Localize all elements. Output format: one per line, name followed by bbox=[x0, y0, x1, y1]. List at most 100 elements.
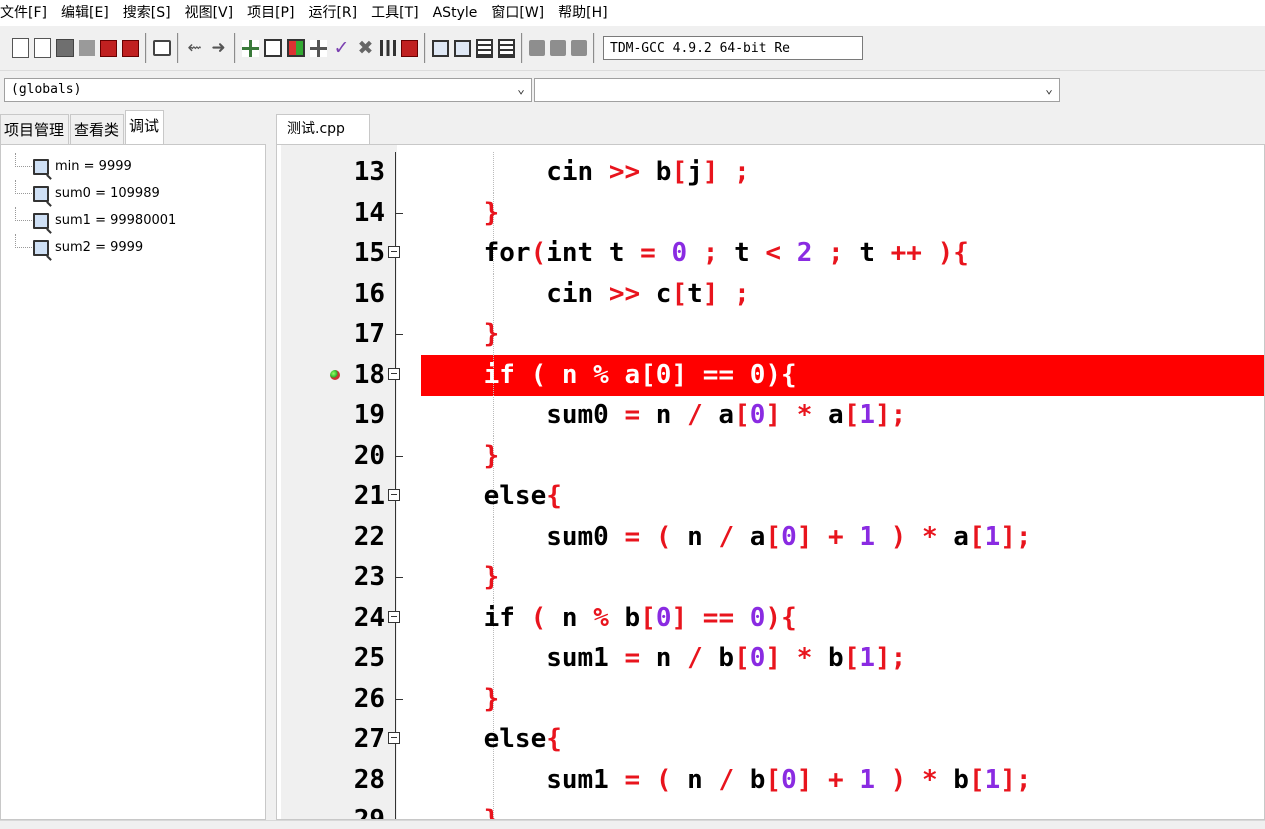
save-icon[interactable] bbox=[56, 39, 74, 57]
code-line[interactable]: 19 sum0 = n / a[0] * a[1]; bbox=[277, 395, 1264, 436]
code-line[interactable]: 23 } bbox=[277, 557, 1264, 598]
code-operator: ++ bbox=[890, 238, 922, 268]
code-token: sum1 bbox=[421, 764, 625, 795]
code-line[interactable]: 26 } bbox=[277, 678, 1264, 720]
new-file-icon[interactable] bbox=[12, 38, 29, 58]
menu-item[interactable]: 帮助[H] bbox=[558, 0, 613, 26]
fold-toggle-icon[interactable] bbox=[388, 489, 400, 501]
left-tab[interactable]: 调试 bbox=[125, 110, 165, 144]
code-operator: ] bbox=[671, 602, 688, 633]
close-file-icon[interactable] bbox=[100, 39, 117, 57]
code-line[interactable]: 25 sum1 = n / b[0] * b[1]; bbox=[277, 638, 1264, 679]
watch-item[interactable]: sum0 = 109989 bbox=[1, 180, 265, 207]
menu-item[interactable]: 编辑[E] bbox=[61, 0, 115, 26]
code-operator: ){ bbox=[765, 602, 797, 633]
menu-item[interactable]: 视图[V] bbox=[185, 0, 240, 26]
code-line[interactable]: 29 } bbox=[277, 800, 1264, 820]
code-line[interactable]: 20 } bbox=[277, 435, 1264, 477]
code-operator: / bbox=[718, 764, 735, 795]
fold-toggle-icon[interactable] bbox=[388, 732, 400, 744]
code-token: b bbox=[734, 764, 766, 795]
file-toolbar-group bbox=[6, 33, 147, 63]
close-all-icon[interactable] bbox=[122, 39, 139, 57]
compile-check-icon[interactable]: ✓ bbox=[332, 38, 351, 58]
line-number: 28 bbox=[353, 764, 385, 795]
open-file-icon[interactable] bbox=[34, 38, 51, 58]
code-operator: = bbox=[624, 643, 641, 673]
watch-item[interactable]: min = 9999 bbox=[1, 153, 265, 180]
scope-combo[interactable]: (globals) ⌄ bbox=[4, 78, 532, 102]
code-line[interactable]: 16 cin >> c[t] ; bbox=[277, 273, 1264, 315]
menu-item[interactable]: 运行[R] bbox=[308, 0, 363, 26]
menu-item[interactable]: 工具[T] bbox=[371, 0, 424, 26]
project-window-icon[interactable] bbox=[264, 39, 282, 57]
fold-line bbox=[395, 395, 396, 436]
code-editor[interactable]: 13 cin >> b[j] ; 14 } 15 for(int t = 0 ; t… bbox=[276, 144, 1265, 820]
fold-toggle-icon[interactable] bbox=[388, 610, 400, 623]
code-line[interactable]: 28 sum1 = ( n / b[0] + 1 ) * b[1]; bbox=[277, 759, 1264, 801]
clean-icon[interactable]: ✖ bbox=[356, 38, 375, 58]
left-tab[interactable]: 查看类 bbox=[70, 114, 125, 144]
code-text: sum1 = ( n / b[0] + 1 ) * b[1]; bbox=[421, 760, 1031, 801]
line-number: 20 bbox=[353, 440, 385, 471]
project-files-icon[interactable] bbox=[310, 39, 327, 57]
member-combo[interactable]: ⌄ bbox=[534, 78, 1060, 102]
code-line[interactable]: 17 } bbox=[277, 314, 1264, 355]
code-operator: { bbox=[546, 724, 562, 754]
code-text: else{ bbox=[421, 719, 562, 760]
profile-icon[interactable] bbox=[380, 40, 396, 56]
find-in-files-icon[interactable] bbox=[454, 39, 471, 57]
new-project-icon[interactable] bbox=[242, 39, 259, 57]
watch-label: sum1 = 99980001 bbox=[55, 213, 177, 228]
toolbar: ⇜ ➜ ✓ ✖ TDM-GCC 4.9.2 64-bit Re bbox=[0, 28, 1265, 68]
code-operator: ){ bbox=[937, 238, 969, 268]
left-tab[interactable]: 项目管理 bbox=[0, 114, 70, 144]
code-line[interactable]: 27 else{ bbox=[277, 719, 1264, 760]
line-number: 29 bbox=[353, 805, 385, 820]
code-operator: = bbox=[624, 764, 641, 795]
save-all-icon[interactable] bbox=[79, 40, 95, 56]
code-token: for bbox=[421, 238, 531, 268]
menu-item[interactable]: 项目[P] bbox=[247, 0, 300, 26]
menu-item[interactable]: AStyle bbox=[433, 0, 484, 26]
code-text: if ( n % a[0] == 0){ bbox=[421, 355, 797, 396]
code-line[interactable]: 15 for(int t = 0 ; t < 2 ; t ++ ){ bbox=[277, 233, 1264, 274]
code-line[interactable]: 14 } bbox=[277, 192, 1264, 234]
compiler-select[interactable]: TDM-GCC 4.9.2 64-bit Re bbox=[603, 36, 863, 60]
goto-function-icon[interactable] bbox=[498, 38, 515, 58]
delete-profile-icon[interactable] bbox=[401, 39, 418, 57]
project-options-icon[interactable] bbox=[287, 39, 305, 57]
fold-toggle-icon[interactable] bbox=[388, 246, 400, 258]
find-icon[interactable] bbox=[432, 39, 449, 57]
chevron-down-icon[interactable]: ⌄ bbox=[517, 79, 525, 101]
print-icon[interactable] bbox=[153, 40, 171, 56]
menu-item[interactable]: 搜索[S] bbox=[123, 0, 177, 26]
code-line[interactable]: 24 if ( n % b[0] == 0){ bbox=[277, 597, 1264, 639]
menu-item[interactable]: 文件[F] bbox=[0, 0, 53, 26]
line-number: 24 bbox=[353, 602, 385, 633]
watch-item[interactable]: sum1 = 99980001 bbox=[1, 207, 265, 234]
fold-toggle-icon[interactable] bbox=[388, 367, 400, 380]
code-line[interactable]: 22 sum0 = ( n / a[0] + 1 ) * a[1]; bbox=[277, 516, 1264, 558]
code-line[interactable]: 18 if ( n % a[0] == 0){ bbox=[277, 354, 1264, 396]
indent-icon[interactable] bbox=[529, 40, 545, 56]
menu-bar: 文件[F] 编辑[E] 搜索[S] 视图[V] 项目[P] 运行[R] 工具[T] AStyl… bbox=[0, 0, 1265, 26]
undo-icon[interactable]: ⇜ bbox=[185, 38, 204, 58]
code-line[interactable]: 21 else{ bbox=[277, 476, 1264, 517]
code-operator: [ bbox=[843, 643, 860, 673]
chevron-down-icon[interactable]: ⌄ bbox=[1045, 79, 1053, 101]
editor-file-tab[interactable]: 测试.cpp bbox=[276, 114, 370, 144]
watch-item[interactable]: sum2 = 9999 bbox=[1, 234, 265, 261]
code-operator: = bbox=[624, 521, 641, 552]
unindent-icon[interactable] bbox=[550, 40, 566, 56]
toggle-comment-icon[interactable] bbox=[571, 40, 587, 56]
redo-icon[interactable]: ➜ bbox=[209, 38, 228, 58]
goto-line-icon[interactable] bbox=[476, 38, 493, 58]
code-line[interactable]: 13 cin >> b[j] ; bbox=[277, 152, 1264, 193]
menu-item[interactable]: 窗口[W] bbox=[491, 0, 550, 26]
